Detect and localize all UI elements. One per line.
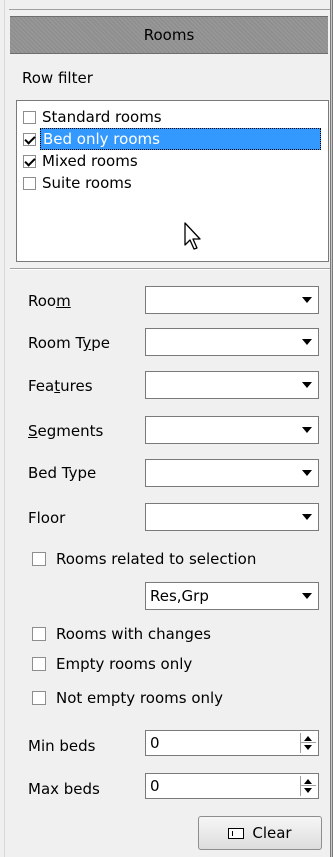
clear-button[interactable]: Clear	[198, 816, 322, 850]
spin-up-icon[interactable]	[304, 779, 312, 784]
spin-up-icon[interactable]	[304, 736, 312, 741]
features-combo[interactable]	[145, 371, 319, 399]
row-filter-list[interactable]: Standard rooms Bed only rooms Mixed room…	[16, 100, 329, 262]
chevron-down-icon[interactable]	[302, 593, 312, 599]
panel-title: Rooms	[143, 26, 195, 44]
room-label: Room	[28, 292, 71, 310]
related-to-selection-checkbox[interactable]	[32, 552, 46, 566]
room-combo[interactable]	[145, 286, 319, 314]
filter-checkbox[interactable]	[23, 154, 36, 168]
row-filter-label: Row filter	[22, 69, 93, 87]
empty-rooms-only-option[interactable]: Empty rooms only	[32, 655, 192, 673]
segments-label: Segments	[28, 422, 104, 440]
related-type-value: Res,Grp	[150, 587, 209, 605]
rooms-with-changes-checkbox[interactable]	[32, 627, 46, 641]
panel-left-edge	[0, 0, 9, 857]
empty-rooms-only-checkbox[interactable]	[32, 657, 46, 671]
filter-item-standard-rooms[interactable]: Standard rooms	[23, 106, 321, 128]
spinner-buttons[interactable]	[300, 733, 316, 753]
spinner-buttons[interactable]	[300, 776, 316, 796]
mouse-pointer-icon	[184, 222, 201, 250]
section-divider	[10, 268, 330, 270]
filter-checkbox[interactable]	[23, 176, 36, 190]
room-type-combo[interactable]	[145, 328, 319, 356]
not-empty-rooms-only-checkbox[interactable]	[32, 691, 46, 705]
filter-item-bed-only-rooms[interactable]: Bed only rooms	[23, 128, 321, 150]
rooms-with-changes-option[interactable]: Rooms with changes	[32, 625, 211, 643]
filter-item-label: Bed only rooms	[40, 128, 321, 150]
filter-item-mixed-rooms[interactable]: Mixed rooms	[23, 150, 321, 172]
filter-checkbox[interactable]	[23, 110, 36, 124]
spin-down-icon[interactable]	[304, 745, 312, 750]
filter-item-suite-rooms[interactable]: Suite rooms	[23, 172, 321, 194]
not-empty-rooms-only-label: Not empty rooms only	[56, 689, 224, 707]
rooms-with-changes-label: Rooms with changes	[56, 625, 211, 643]
filter-item-label: Mixed rooms	[42, 152, 138, 170]
max-beds-value: 0	[150, 777, 160, 795]
room-type-label: Room Type	[28, 334, 110, 352]
filter-checkbox[interactable]	[23, 132, 36, 146]
segments-combo[interactable]	[145, 416, 319, 444]
related-to-selection-label: Rooms related to selection	[56, 550, 257, 568]
features-label: Features	[28, 377, 93, 395]
floor-label: Floor	[28, 509, 66, 527]
related-type-combo[interactable]: Res,Grp	[145, 582, 319, 610]
chevron-down-icon[interactable]	[302, 427, 312, 433]
bed-type-label: Bed Type	[28, 464, 97, 482]
floor-combo[interactable]	[145, 503, 319, 531]
empty-rooms-only-label: Empty rooms only	[56, 655, 193, 673]
chevron-down-icon[interactable]	[302, 470, 312, 476]
not-empty-rooms-only-option[interactable]: Not empty rooms only	[32, 689, 223, 707]
filter-item-label: Standard rooms	[42, 108, 162, 126]
spin-down-icon[interactable]	[304, 788, 312, 793]
panel-header: Rooms	[10, 16, 328, 54]
max-beds-spinner[interactable]: 0	[145, 773, 319, 799]
min-beds-label: Min beds	[28, 737, 96, 755]
chevron-down-icon[interactable]	[302, 339, 312, 345]
max-beds-label: Max beds	[28, 780, 100, 798]
min-beds-spinner[interactable]: 0	[145, 730, 319, 756]
panel-top-edge	[9, 0, 333, 10]
clear-button-label: Clear	[252, 824, 292, 842]
chevron-down-icon[interactable]	[302, 514, 312, 520]
eraser-icon	[228, 827, 245, 839]
related-to-selection-option[interactable]: Rooms related to selection	[32, 550, 256, 568]
min-beds-value: 0	[150, 734, 160, 752]
chevron-down-icon[interactable]	[302, 382, 312, 388]
chevron-down-icon[interactable]	[302, 297, 312, 303]
bed-type-combo[interactable]	[145, 459, 319, 487]
filter-item-label: Suite rooms	[42, 174, 132, 192]
